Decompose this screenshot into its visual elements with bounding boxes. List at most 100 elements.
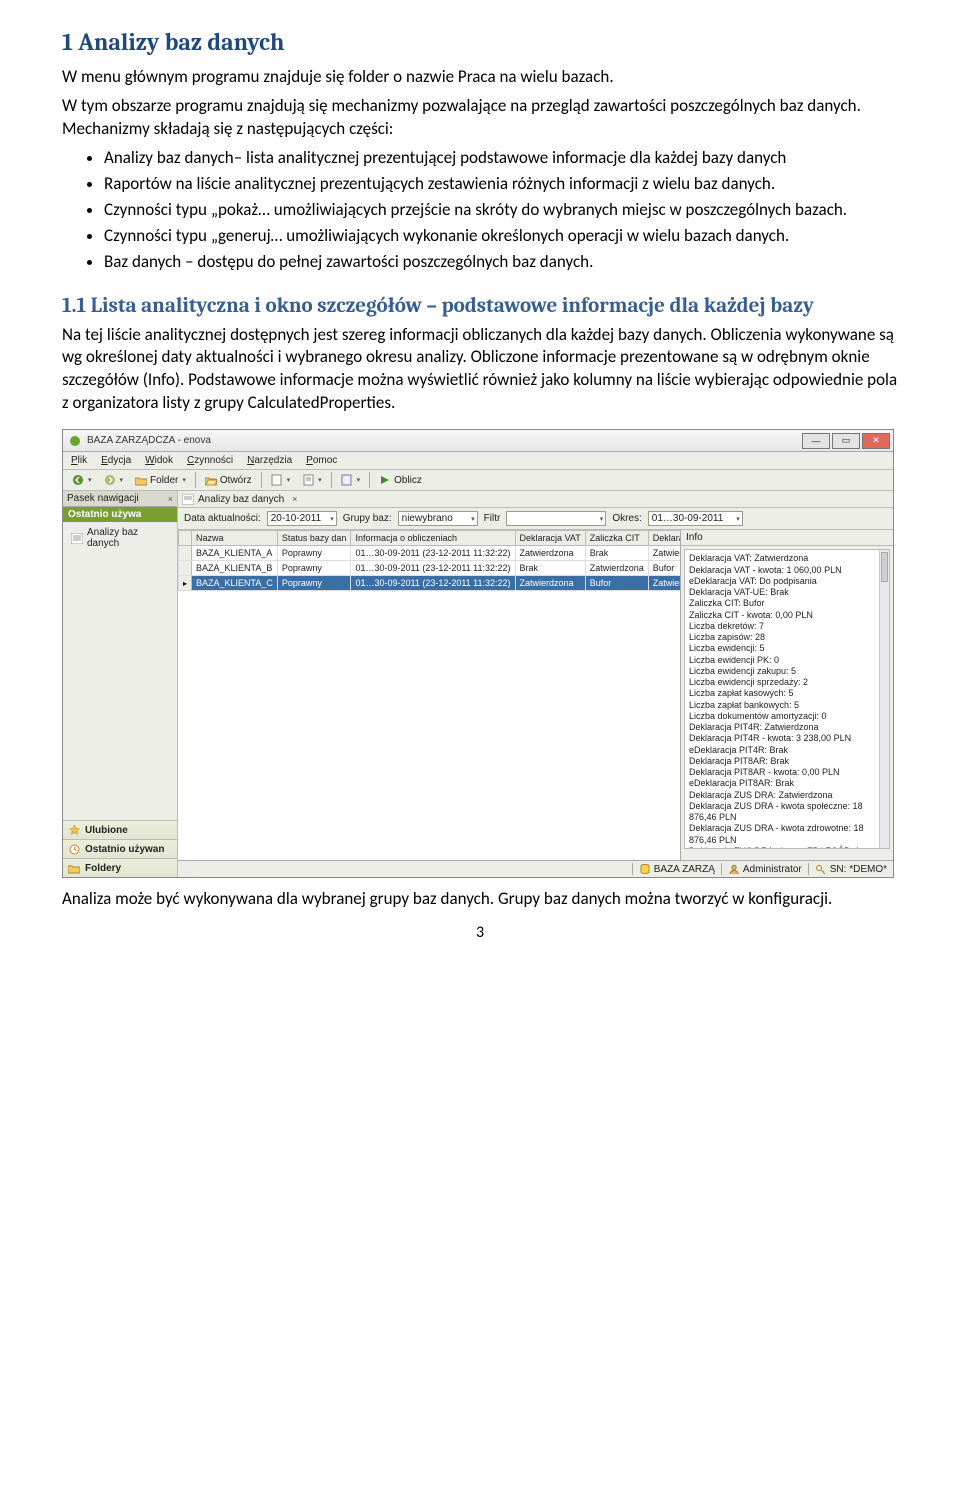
bullet-item: Czynności typu „generuj… umożliwiających… — [104, 225, 898, 248]
info-line: Deklaracja ZUS DRA: Zatwierdzona — [689, 790, 885, 801]
minimize-button[interactable]: — — [802, 433, 830, 449]
info-panel: Info Deklaracja VAT: ZatwierdzonaDeklara… — [681, 530, 893, 860]
nav-cat-fav[interactable]: Ulubione — [63, 820, 177, 839]
nav-close-icon[interactable]: × — [168, 494, 173, 504]
cell: 01…30-09-2011 (23-12-2011 11:32:22) — [351, 546, 515, 561]
row-selector[interactable] — [179, 546, 192, 561]
menu-narzedzia[interactable]: Narzędzia — [247, 455, 292, 466]
info-line: Deklaracja VAT: Zatwierdzona — [689, 553, 885, 564]
cell: Bufor — [585, 576, 648, 591]
toolbar-separator — [261, 472, 262, 488]
folder-button[interactable]: Folder▾ — [132, 473, 189, 487]
col-header[interactable]: Nazwa — [192, 531, 278, 546]
group-label: Grupy baz: — [343, 513, 392, 524]
nav-recent-section[interactable]: Ostatnio używa — [63, 507, 177, 522]
user-icon — [728, 863, 740, 875]
page-icon — [271, 474, 283, 486]
filter-bar: Data aktualności: 20-10-2011 Grupy baz: … — [178, 508, 893, 530]
menu-widok[interactable]: Widok — [145, 455, 173, 466]
toolbar-separator — [195, 472, 196, 488]
cell: Zatwierdzona — [648, 576, 681, 591]
cell: Zatwierdzona — [648, 546, 681, 561]
menu-edycja[interactable]: Edycja — [101, 455, 131, 466]
info-line: eDeklaracja VAT: Do podpisania — [689, 576, 885, 587]
col-header[interactable]: Deklaracja VAT — [515, 531, 585, 546]
status-sn: SN: *DEMO* — [808, 863, 887, 875]
table-row[interactable]: BAZA_KLIENTA_BPoprawny01…30-09-2011 (23-… — [179, 561, 682, 576]
paragraph: W tym obszarze programu znajdują się mec… — [62, 95, 898, 141]
info-line: Liczba ewidencji zakupu: 5 — [689, 666, 885, 677]
menu-pomoc[interactable]: Pomoc — [306, 455, 337, 466]
nav-cat-folders[interactable]: Foldery — [63, 858, 177, 877]
cell: Bufor — [648, 561, 681, 576]
info-line: Liczba ewidencji: 5 — [689, 643, 885, 654]
statusbar: BAZA ZARZĄ Administrator SN: *DEMO* — [178, 860, 893, 877]
filter-field[interactable] — [506, 511, 606, 526]
open-button[interactable]: Otwórz — [202, 473, 255, 487]
group-field[interactable]: niewybrano — [398, 511, 478, 526]
info-line: Deklaracja PIT8AR: Brak — [689, 756, 885, 767]
maximize-button[interactable]: ▭ — [832, 433, 860, 449]
breadcrumb-text: Analizy baz danych — [198, 494, 284, 505]
app-icon — [68, 434, 82, 448]
info-line: Deklaracja PIT4R: Zatwierdzona — [689, 722, 885, 733]
cell: BAZA_KLIENTA_C — [192, 576, 278, 591]
cell: Zatwierdzona — [585, 561, 648, 576]
bullet-list: Analizy baz danych– lista analitycznej p… — [62, 147, 898, 274]
paragraph: W menu głównym programu znajduje się fol… — [62, 66, 898, 89]
menubar: Plik Edycja Widok Czynności Narzędzia Po… — [63, 452, 893, 470]
doc-icon — [302, 474, 314, 486]
status-db: BAZA ZARZĄ — [632, 863, 715, 875]
key-icon — [815, 863, 827, 875]
okres-field[interactable]: 01…30-09-2011 — [648, 511, 743, 526]
table-row[interactable]: BAZA_KLIENTA_APoprawny01…30-09-2011 (23-… — [179, 546, 682, 561]
table-row[interactable]: ▸BAZA_KLIENTA_CPoprawny01…30-09-2011 (23… — [179, 576, 682, 591]
bullet-item: Czynności typu „pokaż… umożliwiających p… — [104, 199, 898, 222]
cell: Poprawny — [277, 546, 351, 561]
info-line: eDeklaracja PIT8AR: Brak — [689, 778, 885, 789]
page-number: 3 — [62, 923, 898, 942]
cell: BAZA_KLIENTA_B — [192, 561, 278, 576]
row-selector[interactable]: ▸ — [179, 576, 192, 591]
toolbar-separator — [369, 472, 370, 488]
db-icon — [639, 863, 651, 875]
oblicz-button[interactable]: Oblicz — [376, 473, 425, 487]
breadcrumb-close-icon[interactable]: × — [292, 494, 297, 504]
nav-forward-button[interactable]: ▾ — [101, 473, 127, 487]
cell: Brak — [515, 561, 585, 576]
col-header[interactable]: Informacja o obliczeniach — [351, 531, 515, 546]
menu-plik[interactable]: Plik — [71, 455, 87, 466]
info-line: Liczba ewidencji sprzedaży: 2 — [689, 677, 885, 688]
bullet-item: Analizy baz danych– lista analitycznej p… — [104, 147, 898, 170]
nav-item-analizy[interactable]: Analizy baz danych — [67, 524, 173, 552]
row-selector-header — [179, 531, 192, 546]
info-line: Liczba dokumentów amortyzacji: 0 — [689, 711, 885, 722]
cell: Poprawny — [277, 576, 351, 591]
close-button[interactable]: ✕ — [862, 433, 890, 449]
folders-icon — [68, 862, 80, 874]
row-selector[interactable] — [179, 561, 192, 576]
date-label: Data aktualności: — [184, 513, 261, 524]
info-line: Deklaracja ZUS DRA - kwota zdrowotne: 18… — [689, 823, 885, 846]
okres-label: Okres: — [612, 513, 641, 524]
scrollbar[interactable] — [879, 550, 889, 848]
toolbar-icon-3[interactable]: ▾ — [338, 473, 364, 487]
bullet-item: Baz danych – dostępu do pełnej zawartośc… — [104, 251, 898, 274]
nav-item-label: Analizy baz danych — [87, 527, 169, 549]
date-field[interactable]: 20-10-2011 — [267, 511, 337, 526]
col-header[interactable]: Zaliczka CIT — [585, 531, 648, 546]
nav-cat-recent[interactable]: Ostatnio używan — [63, 839, 177, 858]
toolbar-icon-2[interactable]: ▾ — [299, 473, 325, 487]
col-header[interactable]: Status bazy dan — [277, 531, 351, 546]
info-line: Deklaracja VAT - kwota: 1 060,00 PLN — [689, 565, 885, 576]
status-user: Administrator — [721, 863, 802, 875]
info-line: eDeklaracja PIT4R: Brak — [689, 745, 885, 756]
info-line: Deklaracja VAT-UE: Brak — [689, 587, 885, 598]
nav-back-button[interactable]: ▾ — [69, 473, 95, 487]
cell: Zatwierdzona — [515, 546, 585, 561]
forward-icon — [104, 474, 116, 486]
menu-czynnosci[interactable]: Czynności — [187, 455, 233, 466]
col-header[interactable]: Deklaracja ZUS DI — [648, 531, 681, 546]
info-line: Liczba zapłat bankowych: 5 — [689, 700, 885, 711]
toolbar-icon-1[interactable]: ▾ — [268, 473, 294, 487]
